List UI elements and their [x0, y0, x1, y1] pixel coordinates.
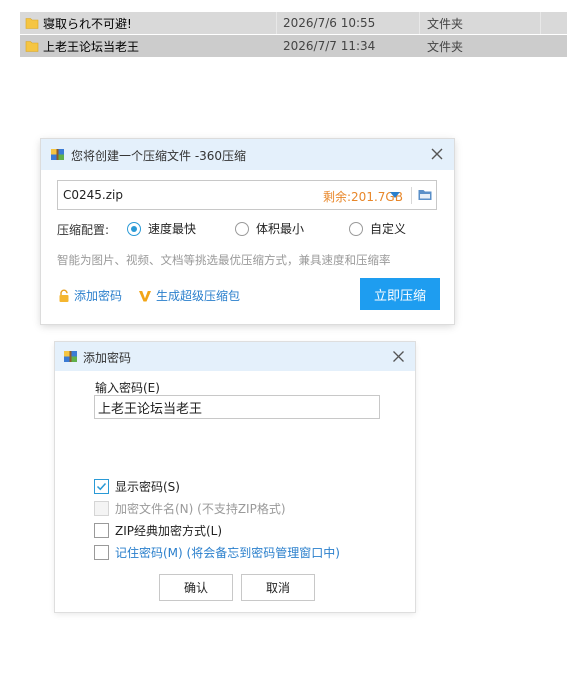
file-name: 上老王论坛当老王	[43, 39, 140, 54]
checkbox-label: ZIP经典加密方式(L)	[115, 524, 223, 538]
password-input-label: 输入密码(E)	[95, 381, 160, 395]
show-password-checkbox[interactable]: 显示密码(S)	[94, 478, 180, 495]
cancel-button[interactable]: 取消	[241, 574, 315, 601]
lock-icon	[59, 289, 69, 302]
divider	[411, 187, 412, 204]
add-password-link[interactable]: 添加密码	[57, 287, 122, 304]
password-dialog: 添加密码 输入密码(E) 显示密码(S) 加密文件名(N) (不支持ZIP格式)…	[55, 342, 415, 612]
dialog-title: 您将创建一个压缩文件 -360压缩	[71, 149, 247, 163]
folder-browse-icon[interactable]	[417, 187, 433, 203]
close-icon[interactable]	[429, 146, 445, 162]
360zip-app-icon	[51, 149, 64, 160]
radio-indicator	[127, 221, 141, 236]
password-input[interactable]	[94, 395, 380, 419]
super-compress-label: 生成超级压缩包	[156, 289, 241, 303]
compress-config-label: 压缩配置:	[57, 223, 110, 237]
dialog-title: 添加密码	[83, 351, 132, 365]
radio-label: 体积最小	[256, 222, 305, 236]
checkbox-box	[94, 545, 109, 560]
checkbox-box	[94, 523, 109, 538]
add-password-label: 添加密码	[74, 289, 123, 303]
column-divider	[419, 12, 420, 34]
remember-password-checkbox[interactable]: 记住密码(M) (将会备忘到密码管理窗口中)	[94, 544, 340, 561]
radio-indicator	[349, 221, 363, 236]
radio-fastest[interactable]: 速度最快	[127, 220, 196, 237]
ok-button[interactable]: 确认	[159, 574, 233, 601]
checkbox-box	[94, 479, 109, 494]
chevron-down-icon[interactable]	[389, 191, 401, 199]
column-divider	[276, 12, 277, 34]
dialog-title-bar[interactable]: 添加密码	[55, 342, 415, 371]
radio-indicator	[235, 221, 249, 236]
checkbox-label: 加密文件名(N) (不支持ZIP格式)	[115, 502, 286, 516]
compress-now-button[interactable]: 立即压缩	[360, 278, 440, 310]
compress-hint-text: 智能为图片、视频、文档等挑选最优压缩方式，兼具速度和压缩率	[57, 253, 391, 267]
check-icon	[96, 482, 107, 491]
folder-icon	[25, 18, 39, 29]
archive-path-box: 剩余:201.7GB	[57, 180, 437, 210]
file-date: 2026/7/7 11:34	[283, 39, 376, 53]
compress-dialog: 您将创建一个压缩文件 -360压缩 剩余:201.7GB 压缩配置: 速度最快 …	[41, 139, 454, 324]
zip-classic-encryption-checkbox[interactable]: ZIP经典加密方式(L)	[94, 522, 222, 539]
checkbox-label: 记住密码(M) (将会备忘到密码管理窗口中)	[115, 546, 340, 560]
file-type: 文件夹	[427, 16, 464, 31]
file-row[interactable]: 上老王论坛当老王 2026/7/7 11:34 文件夹	[20, 35, 567, 57]
vip-v-icon	[139, 290, 151, 301]
super-compress-link[interactable]: 生成超级压缩包	[138, 287, 240, 304]
file-date: 2026/7/6 10:55	[283, 16, 376, 30]
file-name: 寝取られ不可避!	[43, 16, 132, 31]
column-divider	[540, 12, 541, 34]
radio-custom[interactable]: 自定义	[349, 220, 406, 237]
dialog-title-bar[interactable]: 您将创建一个压缩文件 -360压缩	[41, 139, 454, 170]
checkbox-label: 显示密码(S)	[115, 480, 180, 494]
encrypt-filenames-checkbox[interactable]: 加密文件名(N) (不支持ZIP格式)	[94, 500, 286, 517]
radio-smallest[interactable]: 体积最小	[235, 220, 304, 237]
radio-label: 速度最快	[148, 222, 197, 236]
file-row[interactable]: 寝取られ不可避! 2026/7/6 10:55 文件夹	[20, 12, 567, 34]
360zip-app-icon	[64, 351, 77, 362]
checkbox-box	[94, 501, 109, 516]
archive-filename-input[interactable]	[63, 186, 293, 204]
folder-icon	[25, 41, 39, 52]
radio-label: 自定义	[370, 222, 407, 236]
file-type: 文件夹	[427, 39, 464, 54]
close-icon[interactable]	[391, 349, 406, 364]
